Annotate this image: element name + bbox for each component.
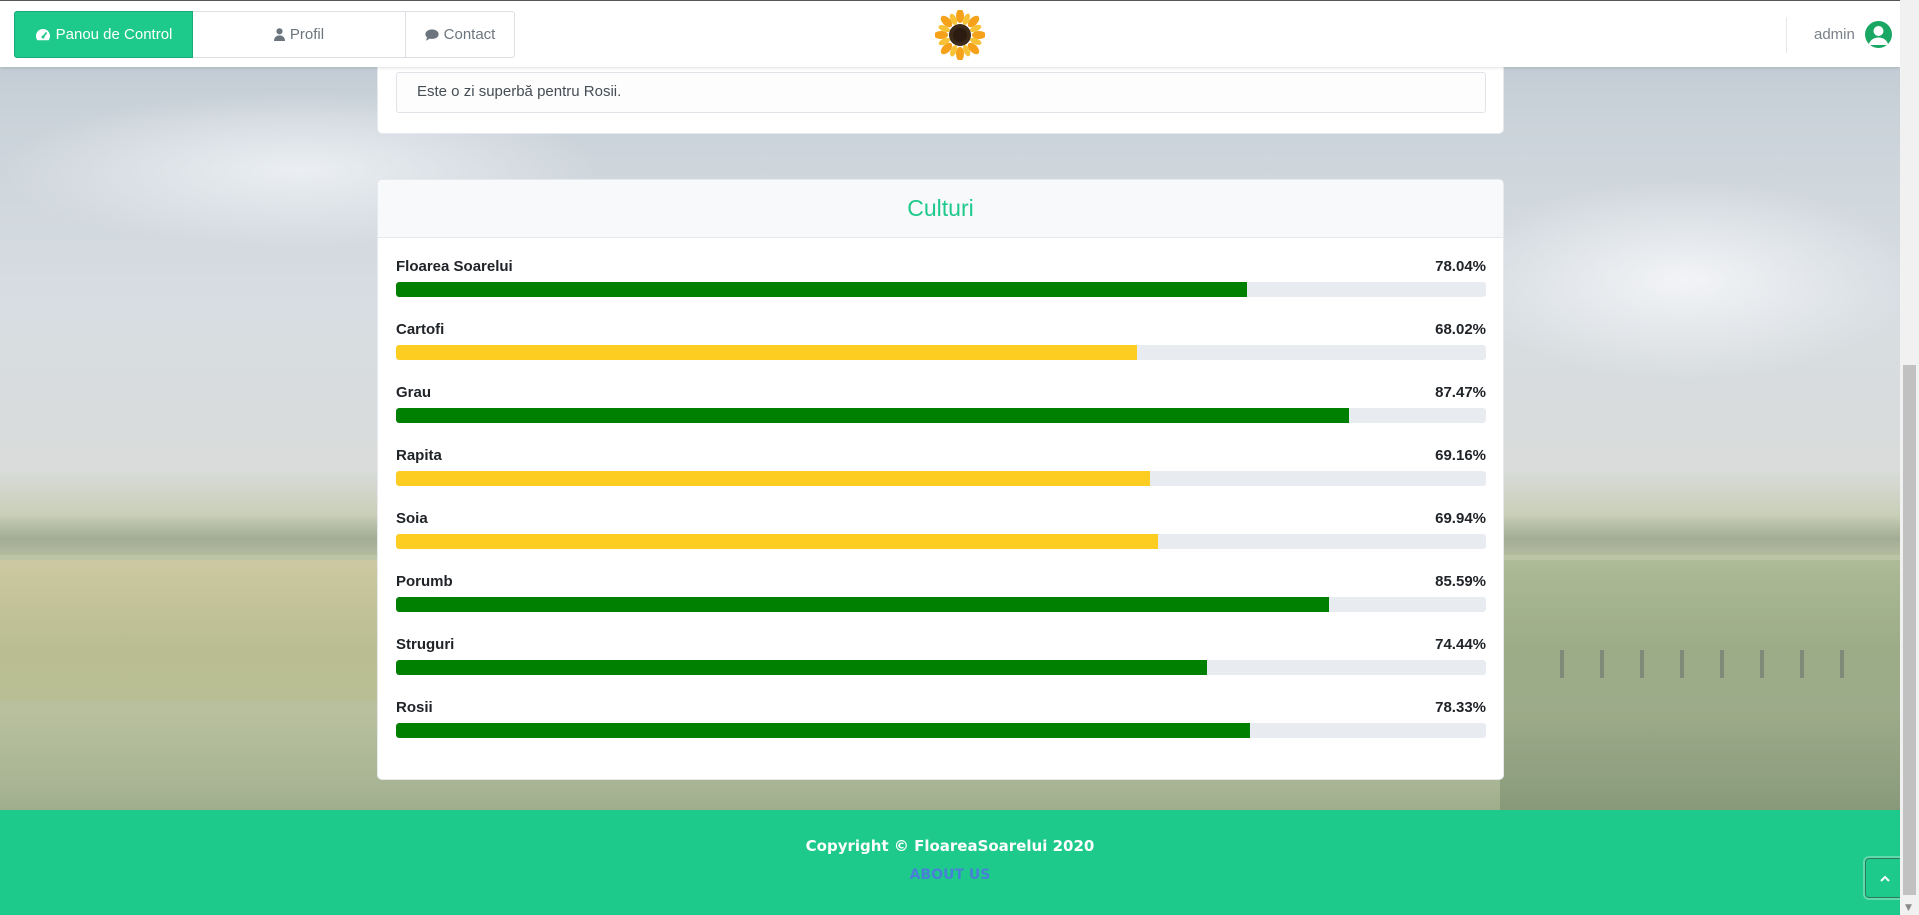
progress-track xyxy=(396,471,1486,486)
top-navbar: Panou de Control Profil Contact admin xyxy=(0,0,1900,67)
progress-bar-fill xyxy=(396,408,1350,423)
tab-label: Contact xyxy=(443,26,496,43)
progress-bar-fill xyxy=(396,345,1138,360)
tab-label: Panou de Control xyxy=(55,26,173,43)
sunflower-logo[interactable] xyxy=(934,9,986,61)
progress-track xyxy=(396,345,1486,360)
progress-track xyxy=(396,282,1486,297)
progress-bar-fill xyxy=(396,471,1150,486)
crop-name: Floarea Soarelui xyxy=(396,258,513,275)
progress-bar-fill xyxy=(396,282,1247,297)
scroll-to-top-button[interactable] xyxy=(1865,858,1905,898)
dashboard-icon xyxy=(35,28,51,41)
crop-percent: 85.59% xyxy=(1435,573,1486,590)
footer: Copyright © FloareaSoarelui 2020 ABOUT U… xyxy=(0,810,1900,915)
crop-percent: 78.33% xyxy=(1435,699,1486,716)
about-us-link[interactable]: ABOUT US xyxy=(0,867,1900,883)
user-circle-icon xyxy=(1864,21,1892,48)
progress-track xyxy=(396,597,1486,612)
progress-track xyxy=(396,408,1486,423)
tab-label: Profil xyxy=(289,26,325,43)
comment-icon xyxy=(425,28,439,41)
page-scrollbar[interactable]: ▼ xyxy=(1900,0,1919,915)
crop-row: Floarea Soarelui 78.04% xyxy=(396,258,1486,302)
scrollbar-thumb[interactable] xyxy=(1903,365,1916,895)
chevron-up-icon xyxy=(1880,872,1890,885)
crop-name: Porumb xyxy=(396,573,453,590)
tab-panou-de-control[interactable]: Panou de Control xyxy=(14,11,193,58)
crop-row: Porumb 85.59% xyxy=(396,573,1486,617)
crop-name: Grau xyxy=(396,384,432,401)
crop-percent: 78.04% xyxy=(1435,258,1486,275)
progress-bar-fill xyxy=(396,723,1250,738)
crops-title: Culturi xyxy=(907,195,974,221)
copyright-text: Copyright © FloareaSoarelui 2020 xyxy=(805,837,1095,855)
crop-name: Cartofi xyxy=(396,321,445,338)
crop-row: Struguri 74.44% xyxy=(396,636,1486,680)
crop-percent: 87.47% xyxy=(1435,384,1486,401)
crop-row: Grau 87.47% xyxy=(396,384,1486,428)
crops-card-header: Culturi xyxy=(378,180,1503,238)
progress-track xyxy=(396,534,1486,549)
crop-row: Rosii 78.33% xyxy=(396,699,1486,743)
progress-track xyxy=(396,660,1486,675)
nav-divider xyxy=(1786,17,1787,53)
crop-name: Soia xyxy=(396,510,428,527)
crop-row: Soia 69.94% xyxy=(396,510,1486,554)
scroll-down-arrow-icon[interactable]: ▼ xyxy=(1905,903,1912,913)
crop-percent: 69.16% xyxy=(1435,447,1486,464)
weather-message: Este o zi superbă pentru Rosii. xyxy=(396,72,1486,113)
crop-row: Cartofi 68.02% xyxy=(396,321,1486,365)
crop-percent: 68.02% xyxy=(1435,321,1486,338)
user-icon xyxy=(273,28,285,41)
crop-name: Rapita xyxy=(396,447,442,464)
progress-track xyxy=(396,723,1486,738)
progress-bar-fill xyxy=(396,534,1159,549)
crop-percent: 69.94% xyxy=(1435,510,1486,527)
progress-bar-fill xyxy=(396,597,1329,612)
username: admin xyxy=(1814,26,1855,43)
crop-percent: 74.44% xyxy=(1435,636,1486,653)
progress-bar-fill xyxy=(396,660,1208,675)
crop-name: Rosii xyxy=(396,699,433,716)
crop-name: Struguri xyxy=(396,636,455,653)
crops-card: Culturi Floarea Soarelui 78.04% Cartofi 68.… xyxy=(377,179,1504,780)
nav-tabs: Panou de Control Profil Contact xyxy=(14,11,515,58)
tab-profil[interactable]: Profil xyxy=(193,11,406,58)
tab-contact[interactable]: Contact xyxy=(406,11,515,58)
crop-row: Rapita 69.16% xyxy=(396,447,1486,491)
user-menu[interactable]: admin xyxy=(1814,21,1892,48)
